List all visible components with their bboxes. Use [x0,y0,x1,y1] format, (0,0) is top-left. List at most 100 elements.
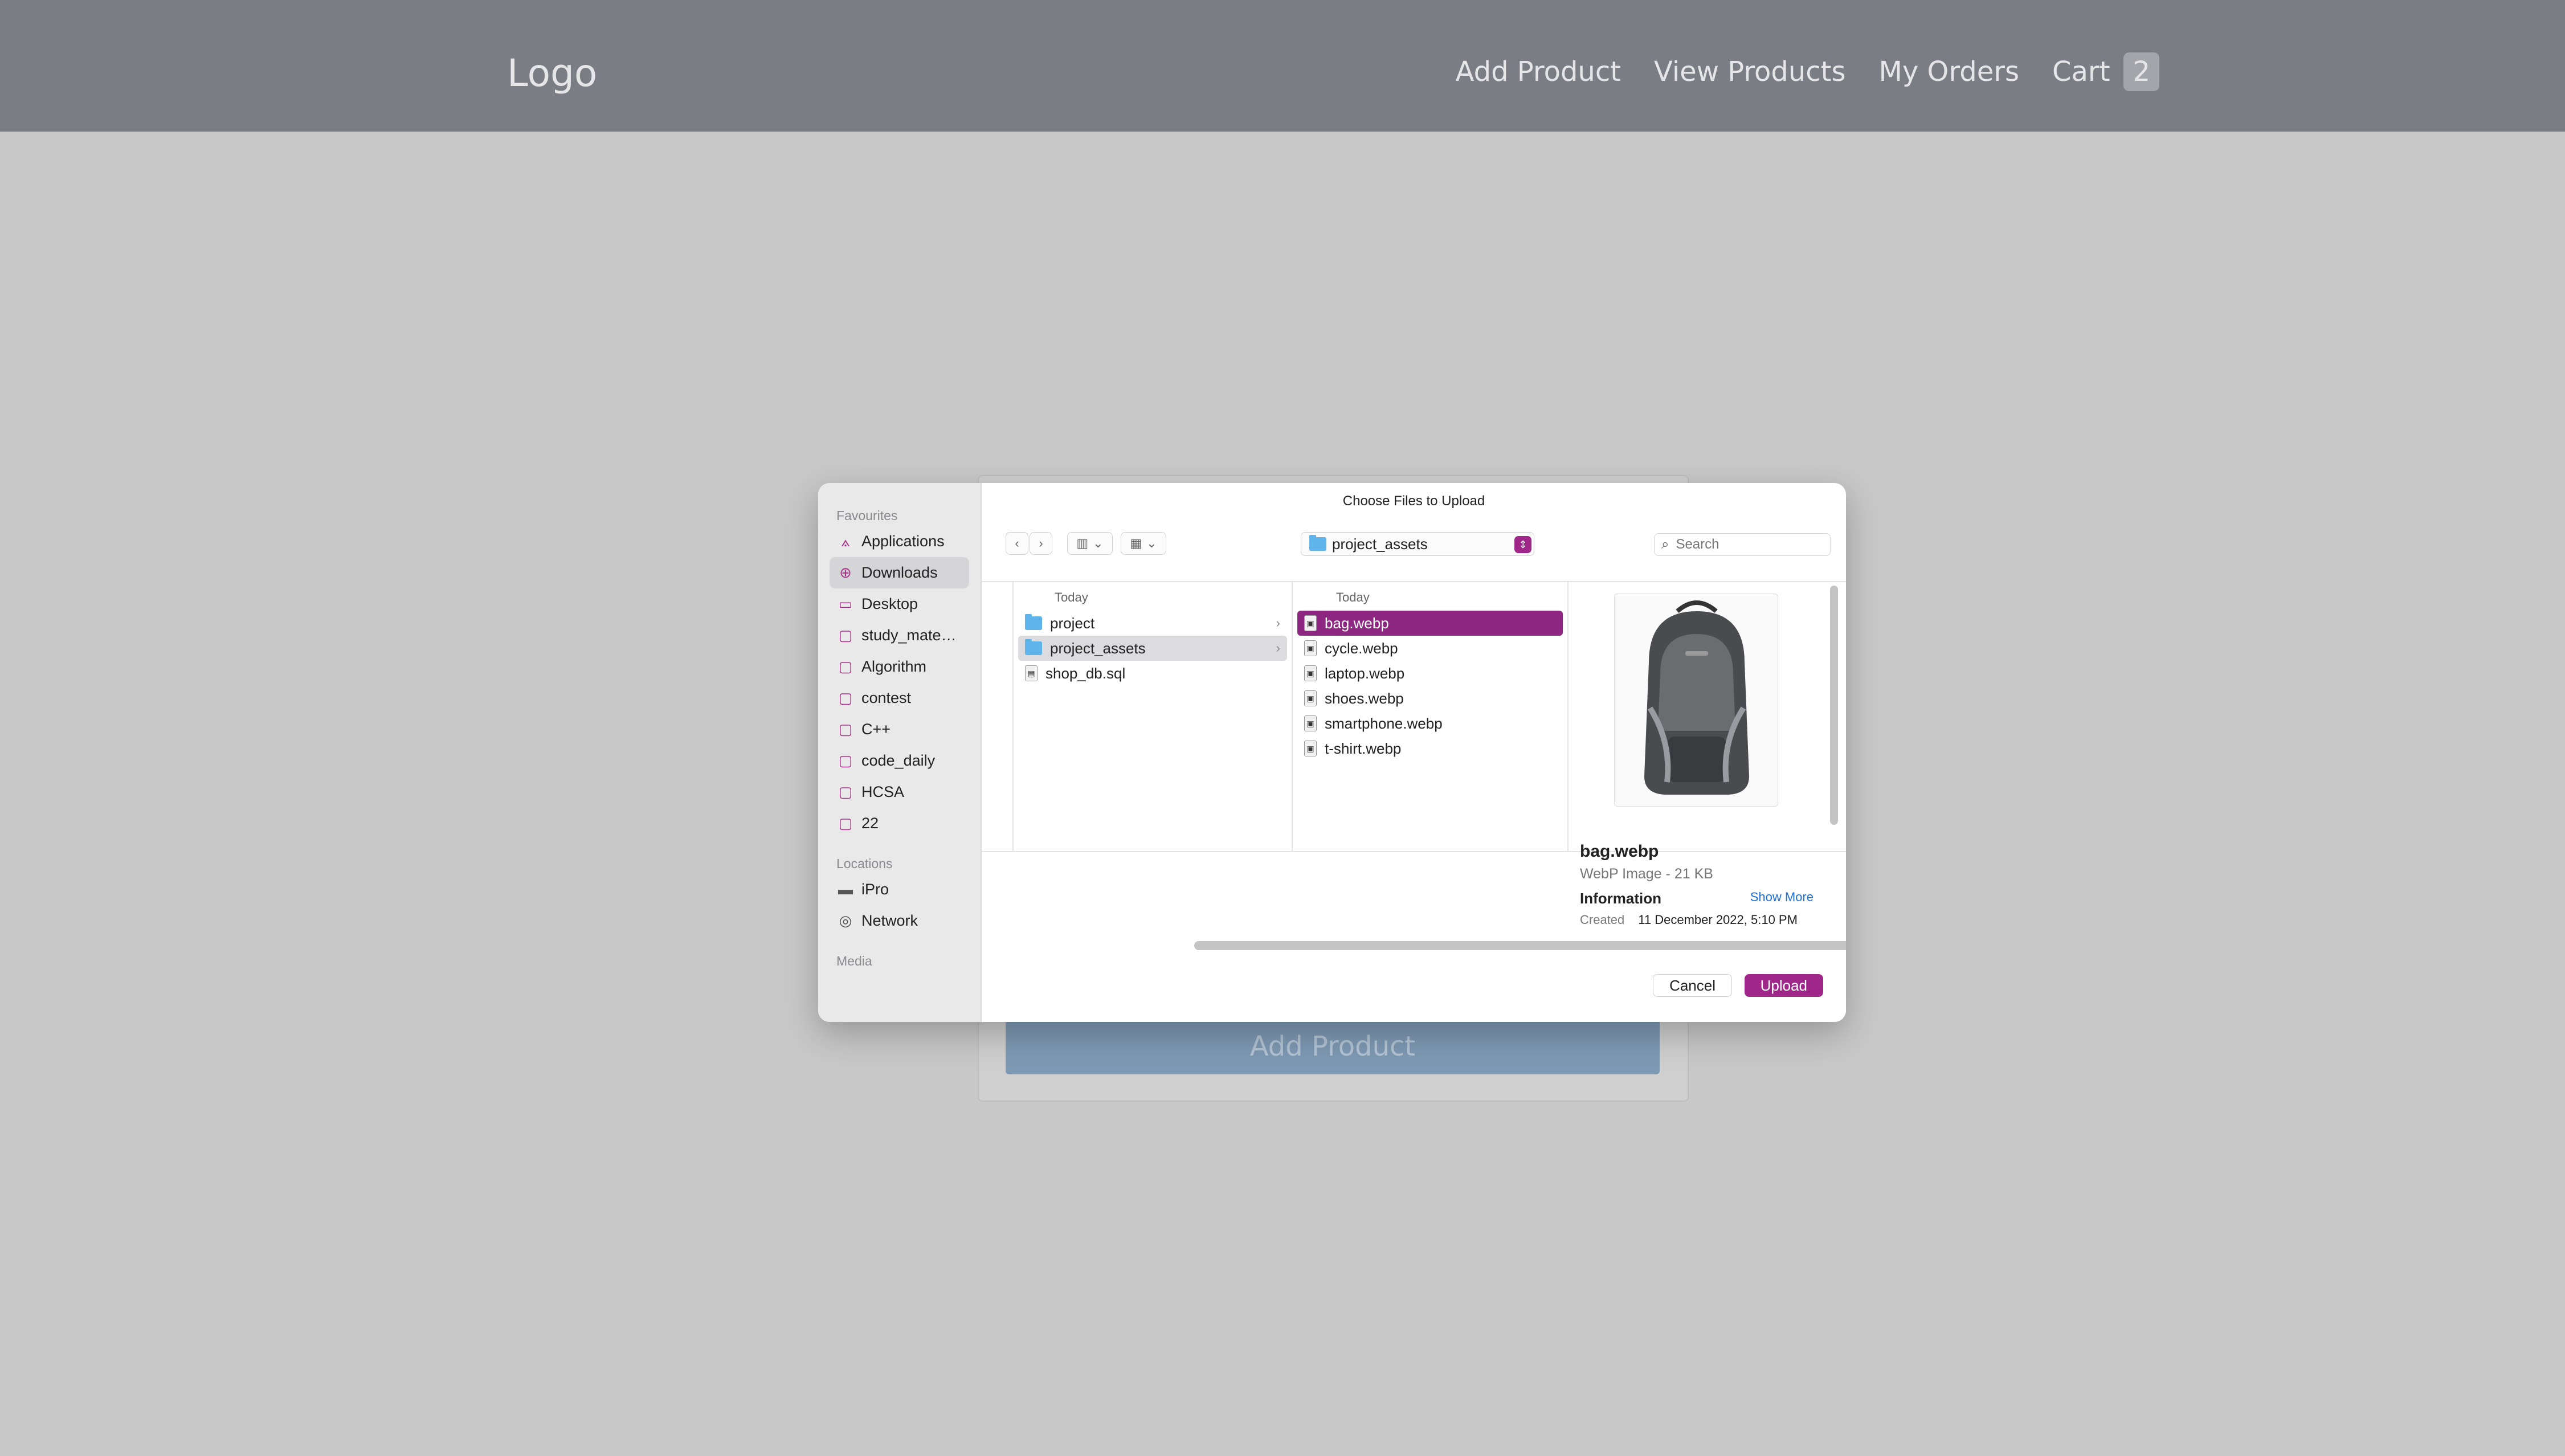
sidebar-item-algorithm[interactable]: ▢ Algorithm [830,651,969,682]
folder-icon: ▢ [838,815,853,832]
group-by-button[interactable]: ▦ ⌄ [1121,532,1166,555]
vertical-scrollbar[interactable] [1830,586,1838,825]
image-file-icon: ▣ [1304,690,1317,706]
file-browser: Today project › project_assets › ▤ shop_db.… [982,581,1846,927]
dialog-footer: Cancel Upload [982,973,1846,1019]
add-product-button[interactable]: Add Product [1006,1019,1660,1074]
sidebar-item-22[interactable]: ▢ 22 [830,808,969,839]
nav-add-product[interactable]: Add Product [1456,56,1621,88]
show-more-link[interactable]: Show More [1750,890,1814,905]
globe-icon: ◎ [839,912,852,929]
image-file-icon: ▣ [1304,615,1317,631]
top-navbar: Logo Add Product View Products My Orders… [0,0,2565,132]
search-input[interactable] [1676,537,1813,553]
column-header: Today [1336,590,1370,604]
sidebar-item-label: code_daily [861,752,936,769]
dialog-sidebar: Favourites ⟑ Applications ⊕ Downloads ▭ Des… [818,483,982,1022]
downloads-icon: ⊕ [839,564,852,581]
item-label: laptop.webp [1325,664,1405,682]
sidebar-item-label: Applications [861,533,945,550]
folder-icon: ▢ [838,627,853,644]
list-item-project-assets[interactable]: project_assets › [1018,636,1287,661]
image-file-icon: ▣ [1304,640,1317,656]
path-selector[interactable]: project_assets ⇕ [1301,532,1534,556]
list-item-project[interactable]: project › [1018,611,1287,636]
item-label: smartphone.webp [1325,714,1443,732]
sidebar-item-cpp[interactable]: ▢ C++ [830,714,969,745]
folder-icon: ▢ [838,689,853,706]
nav-my-orders[interactable]: My Orders [1878,56,2019,88]
laptop-icon: ▬ [838,881,853,898]
list-item-shop-db[interactable]: ▤ shop_db.sql [1018,661,1287,686]
sidebar-item-label: Network [861,912,918,929]
item-label: project_assets [1050,639,1146,657]
created-value: 11 December 2022, 5:10 PM [1638,913,1798,927]
cancel-button[interactable]: Cancel [1653,974,1732,997]
list-item-bag[interactable]: ▣ bag.webp [1297,611,1563,636]
column-1: Today project › project_assets › ▤ shop_db.… [1014,582,1293,851]
back-button[interactable]: ‹ [1006,532,1028,555]
sidebar-item-network[interactable]: ◎ Network [830,905,969,936]
grid-icon: ▦ [1130,536,1142,550]
folder-icon [1025,614,1042,630]
list-item-shoes[interactable]: ▣ shoes.webp [1297,686,1563,711]
list-item-laptop[interactable]: ▣ laptop.webp [1297,661,1563,686]
preview-thumbnail [1614,594,1778,807]
chevron-right-icon: › [1276,616,1280,630]
search-icon: ⌕ [1661,537,1669,552]
created-label: Created [1580,913,1625,927]
sidebar-item-code-daily[interactable]: ▢ code_daily [830,745,969,776]
folder-icon [1309,535,1326,551]
item-label: project [1050,614,1095,632]
file-upload-dialog: Favourites ⟑ Applications ⊕ Downloads ▭ Des… [818,483,1846,1022]
chevron-right-icon: › [1039,536,1043,550]
item-label: cycle.webp [1325,639,1398,657]
desktop-icon: ▭ [838,595,853,612]
sidebar-item-hcsa[interactable]: ▢ HCSA [830,776,969,808]
path-label: project_assets [1332,535,1428,553]
sidebar-item-desktop[interactable]: ▭ Desktop [830,588,969,620]
forward-button[interactable]: › [1030,532,1052,555]
folder-icon: ▢ [838,783,853,800]
nav-links: Add Product View Products My Orders Cart… [1456,52,2159,91]
list-item-t-shirt[interactable]: ▣ t-shirt.webp [1297,736,1563,761]
chevron-down-icon: ⌄ [1146,536,1157,550]
item-label: shop_db.sql [1045,664,1126,682]
sidebar-item-label: HCSA [861,783,905,800]
sidebar-group-locations: Locations [836,856,893,871]
sidebar-item-ipro[interactable]: ▬ iPro [830,874,969,905]
backpack-image [1644,600,1749,795]
applications-icon: ⟑ [841,532,850,550]
upload-button[interactable]: Upload [1744,974,1823,997]
item-label: t-shirt.webp [1325,739,1402,757]
sidebar-item-label: contest [861,689,912,706]
sidebar-item-label: Algorithm [861,658,927,675]
site-logo[interactable]: Logo [507,51,597,95]
folder-icon: ▢ [838,721,853,738]
list-item-cycle[interactable]: ▣ cycle.webp [1297,636,1563,661]
sidebar-item-label: iPro [861,881,889,898]
created-row: Created 11 December 2022, 5:10 PM [1580,913,1819,927]
folder-icon: ▢ [838,752,853,769]
sidebar-item-label: 22 [861,815,879,832]
sidebar-item-label: Desktop [861,595,918,612]
sidebar-item-applications[interactable]: ⟑ Applications [830,526,969,557]
item-label: bag.webp [1325,614,1389,632]
sidebar-item-label: study_mate… [861,627,957,644]
sidebar-item-downloads[interactable]: ⊕ Downloads [830,557,969,588]
sidebar-item-contest[interactable]: ▢ contest [830,682,969,714]
scroll-gutter [982,582,1014,851]
image-file-icon: ▣ [1304,715,1317,731]
list-item-smartphone[interactable]: ▣ smartphone.webp [1297,711,1563,736]
view-mode-button[interactable]: ▥ ⌄ [1067,532,1113,555]
horizontal-scrollbar[interactable] [1194,941,1846,950]
sidebar-item-label: Downloads [861,564,938,581]
nav-view-products[interactable]: View Products [1654,56,1845,88]
search-field[interactable]: ⌕ [1654,533,1831,556]
nav-cart[interactable]: Cart 2 [2052,52,2159,91]
file-preview-pane: bag.webp WebP Image - 21 KB Information … [1569,582,1842,927]
sidebar-group-favourites: Favourites [836,508,898,523]
chevron-left-icon: ‹ [1015,536,1019,550]
sidebar-item-study-material[interactable]: ▢ study_mate… [830,620,969,651]
dialog-toolbar: ‹ › ▥ ⌄ ▦ ⌄ project_assets ⇕ ⌕ [982,527,1846,562]
